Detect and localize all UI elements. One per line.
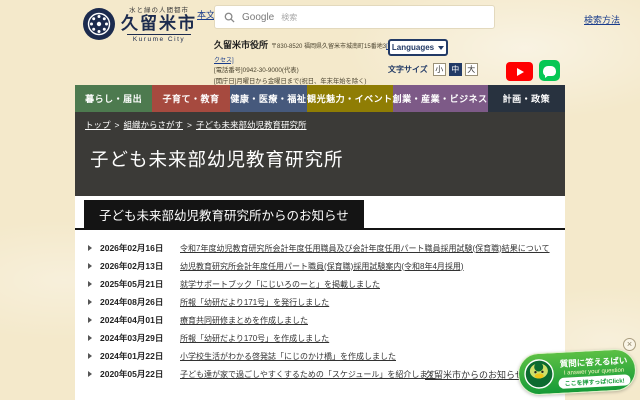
logo-city-name: 久留米市 (121, 14, 197, 34)
chevron-right-icon (88, 353, 100, 359)
page-header-band: トップ>組織からさがす>子ども未来部幼児教育研究所 子ども未来部幼児教育研究所 (75, 112, 565, 196)
breadcrumb-link[interactable]: 組織からさがす (123, 119, 183, 131)
news-link[interactable]: 所報「幼研だより170号」を作成しました (180, 333, 329, 344)
news-row[interactable]: 2024年01月22日 小学校生活がわかる啓発誌「にじのかけ橋」を作成しました (88, 347, 557, 365)
news-link[interactable]: 所報「幼研だより171号」を発行しました (180, 297, 329, 308)
nav-tab[interactable]: 観光魅力・イベント (307, 85, 393, 112)
breadcrumb-separator: > (115, 120, 120, 130)
youtube-icon[interactable] (506, 62, 533, 81)
news-date: 2020年05月22日 (100, 368, 168, 380)
chatbot-click-label: ここを押すっば!Click! (558, 374, 631, 389)
search-placeholder: 検索 (281, 12, 297, 23)
chevron-down-icon (438, 46, 444, 50)
news-row[interactable]: 2024年08月26日 所報「幼研だより171号」を発行しました (88, 293, 557, 311)
news-section-header-row: 子ども未来部幼児教育研究所からのお知らせ (75, 200, 565, 230)
languages-label: Languages (392, 43, 434, 52)
news-date: 2024年04月01日 (100, 314, 168, 326)
font-size-control: 文字サイズ 小中大 (388, 63, 478, 76)
chatbot-widget: × 質問に答えるばい I answer your question ここを押すっ… (516, 338, 640, 398)
site-header: 水と緑の人間都市 久留米市 Kurume City 本文へ Google 検索 … (0, 0, 640, 85)
news-date: 2026年02月13日 (100, 260, 168, 272)
close-icon[interactable]: × (623, 338, 636, 351)
breadcrumb-link[interactable]: トップ (85, 119, 111, 131)
news-link[interactable]: 就学サポートブック「にじいろのーと」を掲載しました (180, 279, 380, 290)
nav-tab[interactable]: 健康・医療・福祉 (230, 85, 307, 112)
logo-tagline: 水と緑の人間都市 (129, 4, 189, 14)
nav-tab[interactable]: 計画・政策 (488, 85, 565, 112)
nav-tab[interactable]: 暮らし・届出 (75, 85, 152, 112)
news-date: 2024年01月22日 (100, 350, 168, 362)
search-brand-label: Google (242, 12, 274, 23)
chevron-right-icon (88, 317, 100, 323)
news-link[interactable]: 令和7年度幼児教育研究所会計年度任用職員及び会計年度任用パート職員採用試験(保育… (180, 243, 550, 254)
news-link[interactable]: 幼児教育研究所会計年度任用パート職員(保育職)採用試験案内(令和8年4月採用) (180, 261, 464, 272)
office-name: 久留米市役所 (214, 40, 268, 50)
office-tel: [電話番号]0942-30-9000(代表) (214, 66, 394, 77)
office-address: 〒830-8520 福岡県久留米市城南町15番地3 (271, 44, 386, 50)
news-row[interactable]: 2025年05月21日 就学サポートブック「にじいろのーと」を掲載しました (88, 275, 557, 293)
page-title: 子ども未来部幼児教育研究所 (90, 146, 344, 172)
font-size-option-中[interactable]: 中 (449, 63, 462, 76)
news-date: 2025年05月21日 (100, 278, 168, 290)
chevron-right-icon (88, 281, 100, 287)
font-size-label: 文字サイズ (388, 64, 428, 75)
kurume-city-emblem-icon (82, 7, 116, 41)
main-nav: 暮らし・届出子育て・教育健康・医療・福祉観光魅力・イベント創業・産業・ビジネス計… (75, 85, 565, 112)
news-date: 2026年02月16日 (100, 242, 168, 254)
breadcrumb-link: 子ども未来部幼児教育研究所 (196, 119, 307, 131)
chevron-right-icon (88, 245, 100, 251)
news-row[interactable]: 2026年02月13日 幼児教育研究所会計年度任用パート職員(保育職)採用試験案… (88, 257, 557, 275)
main-content: 子ども未来部幼児教育研究所からのお知らせ 2026年02月16日 令和7年度幼児… (75, 196, 565, 400)
news-link[interactable]: 療育共同研修まとめを作成しました (180, 315, 308, 326)
news-link[interactable]: 子ども達が家で過ごしやすくするための「スケジュール」を紹介します (180, 369, 435, 380)
chevron-right-icon (88, 371, 100, 377)
font-size-options: 小中大 (433, 63, 478, 76)
nav-tab[interactable]: 創業・産業・ビジネス (393, 85, 488, 112)
languages-button[interactable]: Languages (388, 39, 448, 56)
chatbot-open-button[interactable]: 質問に答えるばい I answer your question ここを押すっば!… (517, 348, 637, 396)
breadcrumb-separator: > (187, 120, 192, 130)
search-help-link[interactable]: 検索方法 (584, 13, 620, 26)
city-news-link[interactable]: 久留米市からのお知らせ (425, 368, 524, 381)
news-date: 2024年08月26日 (100, 296, 168, 308)
font-size-option-小[interactable]: 小 (433, 63, 446, 76)
news-link[interactable]: 小学校生活がわかる啓発誌「にじのかけ橋」を作成しました (180, 351, 396, 362)
search-input[interactable]: Google 検索 (214, 5, 495, 29)
logo-city-name-en: Kurume City (127, 34, 191, 43)
news-date: 2024年03月29日 (100, 332, 168, 344)
site-logo[interactable]: 水と緑の人間都市 久留米市 Kurume City (82, 4, 197, 43)
chevron-right-icon (88, 299, 100, 305)
nav-tab[interactable]: 子育て・教育 (152, 85, 229, 112)
kappa-mascot-icon (523, 358, 555, 390)
chevron-right-icon (88, 263, 100, 269)
font-size-option-大[interactable]: 大 (465, 63, 478, 76)
search-icon (224, 12, 235, 23)
news-row[interactable]: 2024年03月29日 所報「幼研だより170号」を作成しました (88, 329, 557, 347)
news-section-heading: 子ども未来部幼児教育研究所からのお知らせ (84, 200, 364, 228)
line-icon[interactable] (539, 60, 560, 81)
news-row[interactable]: 2024年04月01日 療育共同研修まとめを作成しました (88, 311, 557, 329)
news-list: 2026年02月16日 令和7年度幼児教育研究所会計年度任用職員及び会計年度任用… (75, 230, 565, 383)
breadcrumb: トップ>組織からさがす>子ども未来部幼児教育研究所 (85, 119, 306, 131)
chevron-right-icon (88, 335, 100, 341)
news-row[interactable]: 2026年02月16日 令和7年度幼児教育研究所会計年度任用職員及び会計年度任用… (88, 239, 557, 257)
